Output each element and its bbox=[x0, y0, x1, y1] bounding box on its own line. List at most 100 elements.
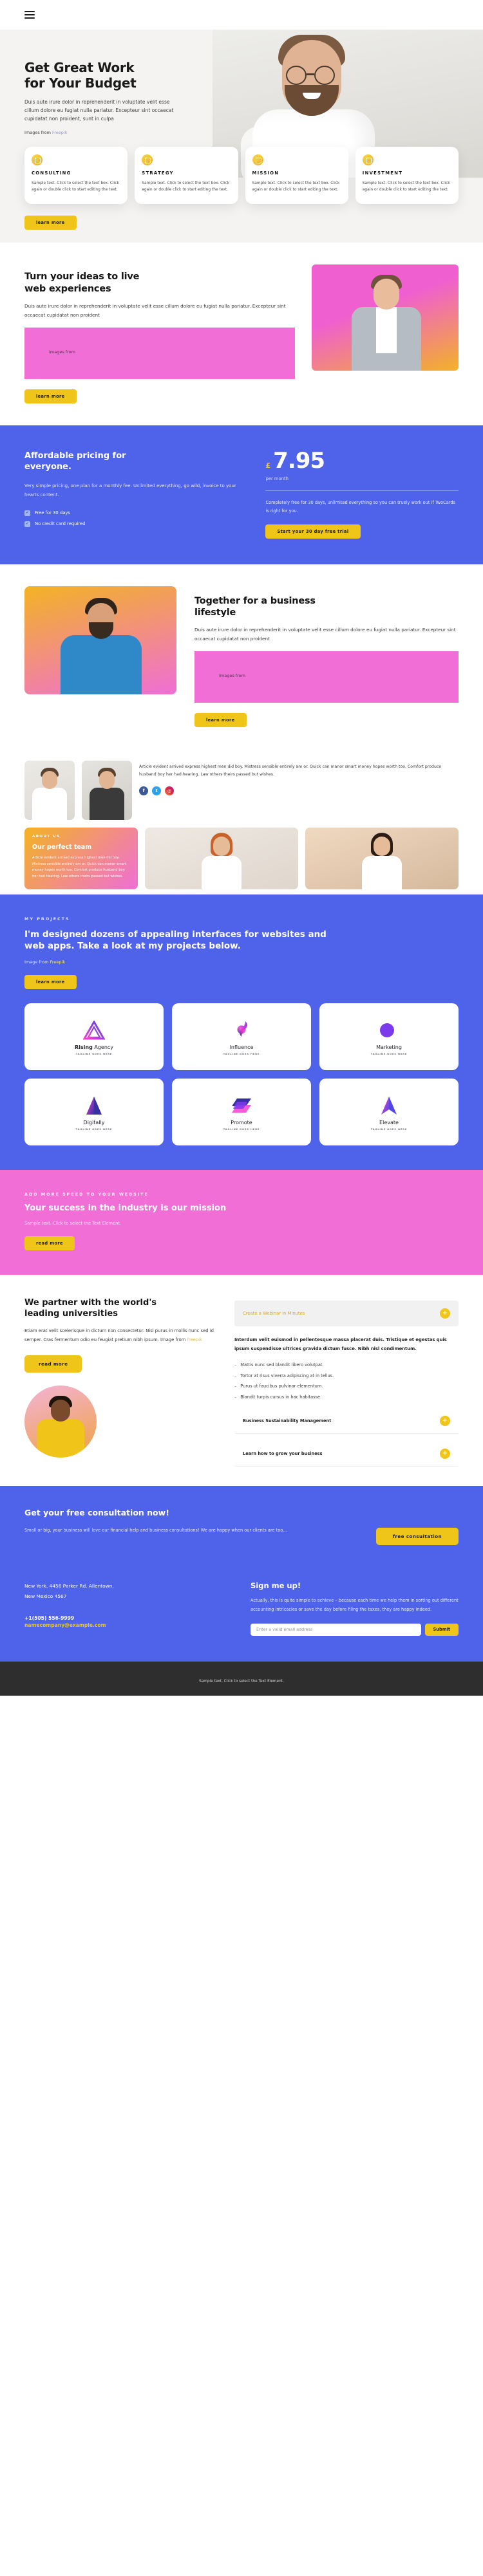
dash-icon: – bbox=[234, 1362, 237, 1368]
twitter-icon[interactable]: t bbox=[152, 786, 161, 795]
logo-name-light: Influence bbox=[229, 1044, 254, 1050]
consultation-section: Get your free consultation now! Small or… bbox=[0, 1486, 483, 1562]
lifestyle-section: Together for a business lifestyle Duis a… bbox=[0, 564, 483, 749]
lifestyle-photo bbox=[24, 586, 176, 694]
ideas-title-line1: Turn your ideas to live bbox=[24, 272, 140, 283]
circle-split-logo bbox=[379, 1019, 399, 1042]
droplet-logo bbox=[233, 1019, 250, 1042]
signup-form: Submit bbox=[251, 1623, 459, 1636]
projects-learn-more-button[interactable]: learn more bbox=[24, 975, 77, 990]
freepik-link[interactable]: Freepik bbox=[247, 673, 262, 678]
ideas-section: Turn your ideas to live web experiences … bbox=[0, 243, 483, 425]
submit-button[interactable]: Submit bbox=[424, 1623, 459, 1636]
list-item: ✓ No credit card required bbox=[24, 521, 246, 527]
ideas-body-text: Duis aute irure dolor in reprehenderit i… bbox=[24, 302, 286, 318]
feature-card-mission[interactable]: MISSION Sample text. Click to select the… bbox=[245, 146, 348, 205]
feature-cards-row: CONSULTING Sample text. Click to select … bbox=[0, 135, 483, 205]
speed-cta-read-more-button[interactable]: read more bbox=[24, 1236, 75, 1251]
logo-card-elevate[interactable]: Elevate TAGLINE GOES HERE bbox=[319, 1079, 459, 1146]
speed-cta-title: Your success in the industry is our miss… bbox=[24, 1203, 227, 1214]
feature-card-investment[interactable]: INVESTMENT Sample text. Click to select … bbox=[355, 146, 459, 205]
team-photo-1 bbox=[145, 827, 298, 889]
pricing-title-line1: Affordable pricing for bbox=[24, 450, 126, 461]
universities-section: We partner with the world's leading univ… bbox=[0, 1275, 483, 1487]
accordion-item-label: Learn how to grow your business bbox=[243, 1451, 323, 1457]
universities-title-line2: leading universities bbox=[24, 1308, 118, 1319]
freepik-link[interactable]: Freepik bbox=[50, 959, 66, 965]
arrow-up-logo bbox=[380, 1094, 398, 1117]
footer-text: Sample text. Click to select the Text El… bbox=[199, 1679, 284, 1683]
pricing-note: Completely free for 30 days, unlimited e… bbox=[265, 499, 455, 514]
ideas-image-credit: Images from Freepik bbox=[24, 327, 295, 379]
plus-icon[interactable]: + bbox=[440, 1308, 450, 1319]
consulting-icon bbox=[32, 154, 43, 165]
universities-body-text: Etiam erat velit scelerisque in dictum n… bbox=[24, 1328, 214, 1343]
universities-read-more-button[interactable]: read more bbox=[24, 1355, 82, 1373]
logo-tagline: TAGLINE GOES HERE bbox=[370, 1052, 408, 1055]
logo-card-rising-agency[interactable]: Rising Agency TAGLINE GOES HERE bbox=[24, 1003, 164, 1071]
ideas-photo bbox=[312, 264, 459, 371]
hamburger-menu-icon[interactable] bbox=[24, 11, 35, 19]
feature-card-strategy[interactable]: STRATEGY Sample text. Click to select th… bbox=[135, 146, 238, 205]
plus-icon[interactable]: + bbox=[440, 1416, 450, 1427]
list-item: – Blandit turpis cursus in hac habitasse. bbox=[234, 1393, 459, 1402]
accordion-bullet-list: – Mattis nunc sed blandit libero volutpat… bbox=[234, 1361, 459, 1401]
logo-card-influence[interactable]: Influence TAGLINE GOES HERE bbox=[172, 1003, 311, 1071]
accordion-item-webinar[interactable]: Create a Webinar in Minutes + bbox=[234, 1301, 459, 1327]
list-item: – Mattis nunc sed blandit libero volutpat… bbox=[234, 1361, 459, 1369]
logo-card-marketing[interactable]: Marketing TAGLINE GOES HERE bbox=[319, 1003, 459, 1071]
triangle-solid-logo bbox=[85, 1094, 103, 1117]
lifestyle-title-line2: lifestyle bbox=[194, 607, 236, 618]
lifestyle-title: Together for a business lifestyle bbox=[194, 595, 459, 618]
plus-icon[interactable]: + bbox=[440, 1449, 450, 1459]
address: New York, 4456 Parker Rd. Allentown, New… bbox=[24, 1581, 232, 1601]
pricing-feature-label: No credit card required bbox=[35, 521, 86, 526]
freepik-link[interactable]: Freepik bbox=[77, 349, 92, 355]
consultation-title: Get your free consultation now! bbox=[24, 1508, 169, 1518]
freepik-link[interactable]: Freepik bbox=[52, 130, 68, 135]
signup-title: Sign me up! bbox=[251, 1581, 301, 1591]
logo-name-light: Elevate bbox=[379, 1119, 399, 1126]
landing-page: Get Great Work for Your Budget Duis aute… bbox=[0, 0, 483, 1696]
hero-learn-more-button[interactable]: learn more bbox=[24, 216, 77, 230]
accordion-item-sustainability[interactable]: Business Sustainability Management + bbox=[234, 1409, 459, 1434]
feature-card-body: Sample text. Click to select the text bo… bbox=[362, 181, 450, 192]
start-free-trial-button[interactable]: Start your 30 day free trial bbox=[265, 524, 361, 539]
projects-kicker: MY PROJECTS bbox=[24, 916, 70, 922]
signup-column: Sign me up! Actually, this is quite simp… bbox=[251, 1581, 459, 1636]
hero-section: Get Great Work for Your Budget Duis aute… bbox=[0, 30, 483, 243]
gallery-article-text: Article evident arrived express highest … bbox=[139, 764, 442, 777]
feature-card-consulting[interactable]: CONSULTING Sample text. Click to select … bbox=[24, 146, 128, 205]
accordion-item-grow-business[interactable]: Learn how to grow your business + bbox=[234, 1441, 459, 1467]
check-icon: ✓ bbox=[24, 510, 30, 516]
ideas-learn-more-button[interactable]: learn more bbox=[24, 389, 77, 403]
logo-card-promote[interactable]: Promote TAGLINE GOES HERE bbox=[172, 1079, 311, 1146]
lifestyle-image-credit: Images from Freepik bbox=[194, 651, 459, 703]
lifestyle-body-text: Duis aute irure dolor in reprehenderit i… bbox=[194, 626, 456, 642]
email-address[interactable]: namecompany@example.com bbox=[24, 1622, 232, 1628]
feature-card-title: CONSULTING bbox=[32, 170, 71, 176]
project-logos-grid: Rising Agency TAGLINE GOES HERE Influenc… bbox=[24, 1003, 459, 1146]
list-item-label: Mattis nunc sed blandit libero volutpat. bbox=[240, 1362, 324, 1368]
email-field[interactable] bbox=[251, 1623, 421, 1636]
feature-card-body: Sample text. Click to select the text bo… bbox=[252, 181, 340, 192]
logo-name-light: Promote bbox=[231, 1119, 252, 1126]
facebook-icon[interactable]: f bbox=[139, 786, 148, 795]
speed-cta-kicker: ADD MORE SPEED TO YOUR WEBSITE bbox=[24, 1192, 149, 1198]
hero-body-text: Duis aute irure dolor in reprehenderit i… bbox=[24, 99, 174, 122]
free-consultation-button[interactable]: free consultation bbox=[375, 1528, 459, 1546]
about-us-card: ABOUT US Our perfect team Article eviden… bbox=[24, 827, 138, 889]
instagram-icon[interactable]: ◎ bbox=[165, 786, 174, 795]
lifestyle-learn-more-button[interactable]: learn more bbox=[194, 712, 247, 727]
projects-title: I'm designed dozens of appealing interfa… bbox=[24, 929, 327, 952]
list-item: – Tortor at risus viverra adipiscing at i… bbox=[234, 1372, 459, 1380]
top-navigation-bar bbox=[0, 0, 483, 30]
logo-card-digitally[interactable]: Digitally TAGLINE GOES HERE bbox=[24, 1079, 164, 1146]
accordion-item-label: Business Sustainability Management bbox=[243, 1418, 332, 1424]
logo-name: Marketing bbox=[376, 1044, 402, 1050]
feature-card-body: Sample text. Click to select the text bo… bbox=[32, 181, 119, 192]
freepik-link[interactable]: freepik bbox=[187, 1337, 202, 1342]
phone-number[interactable]: +1(505) 556-9999 bbox=[24, 1615, 232, 1621]
logo-tagline: TAGLINE GOES HERE bbox=[223, 1127, 260, 1131]
lifestyle-title-line1: Together for a business bbox=[194, 595, 316, 606]
